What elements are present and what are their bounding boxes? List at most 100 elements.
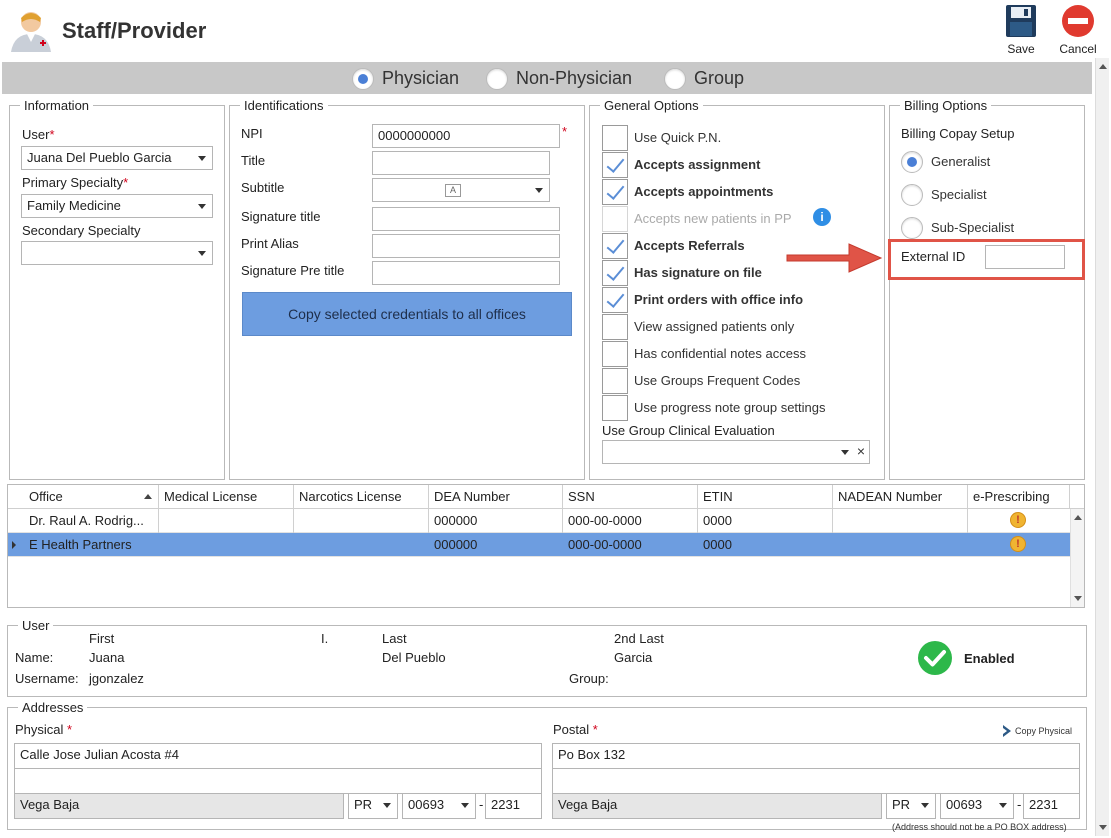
column-header-eprescribing[interactable]: e-Prescribing xyxy=(968,485,1070,509)
checkbox-unchecked-icon[interactable] xyxy=(602,125,628,151)
column-header-nadean[interactable]: NADEAN Number xyxy=(833,485,968,509)
table-row-selected[interactable]: E Health Partners 000000 000-00-0000 000… xyxy=(8,533,1084,557)
physical-city-input[interactable]: Vega Baja xyxy=(14,793,344,819)
username-label: Username: xyxy=(15,671,79,686)
warning-icon[interactable]: ! xyxy=(1010,512,1026,528)
option-checkbox-row[interactable]: Accepts appointments xyxy=(602,179,872,205)
secondary-specialty-label: Secondary Specialty xyxy=(22,223,141,238)
option-checkbox-row[interactable]: Has confidential notes access xyxy=(602,341,872,367)
option-checkbox-row[interactable]: Accepts assignment xyxy=(602,152,872,178)
postal-line1-input[interactable]: Po Box 132 xyxy=(552,743,1080,769)
signature-pre-title-input[interactable] xyxy=(372,261,560,285)
copay-generalist-radio[interactable]: Generalist xyxy=(901,151,1071,173)
radio-non-physician[interactable]: Non-Physician xyxy=(486,68,646,90)
radio-unselected-icon xyxy=(486,68,508,90)
column-header-dea[interactable]: DEA Number xyxy=(429,485,563,509)
page-title: Staff/Provider xyxy=(62,18,207,43)
checkbox-unchecked-icon[interactable] xyxy=(602,341,628,367)
print-alias-input[interactable] xyxy=(372,234,560,258)
no-entry-icon xyxy=(1061,4,1095,38)
clear-icon[interactable]: × xyxy=(857,443,865,459)
scroll-up-icon[interactable] xyxy=(1099,64,1107,69)
cell-ssn: 000-00-0000 xyxy=(563,509,698,533)
required-marker: * xyxy=(562,124,568,139)
title-label: Title xyxy=(241,153,266,168)
status-label: Enabled xyxy=(964,651,1015,666)
checkbox-checked-icon[interactable] xyxy=(602,152,628,178)
chevron-down-icon xyxy=(841,450,849,455)
copay-specialist-radio[interactable]: Specialist xyxy=(901,184,1071,206)
option-checkbox-row[interactable]: Use Quick P.N. xyxy=(602,125,872,151)
cell-office: E Health Partners xyxy=(29,537,132,552)
copy-credentials-button[interactable]: Copy selected credentials to all offices xyxy=(242,292,572,336)
user-select[interactable]: Juana Del Pueblo Garcia xyxy=(21,146,213,170)
signature-title-input[interactable] xyxy=(372,207,560,231)
option-checkbox-row[interactable]: Use progress note group settings xyxy=(602,395,872,421)
column-header-ssn[interactable]: SSN xyxy=(563,485,698,509)
postal-zip-select[interactable]: 00693 xyxy=(940,793,1014,819)
physical-line1-input[interactable]: Calle Jose Julian Acosta #4 xyxy=(14,743,542,769)
cell-medical-license xyxy=(159,533,294,557)
save-button[interactable]: Save xyxy=(999,4,1043,60)
primary-specialty-select[interactable]: Family Medicine xyxy=(21,194,213,218)
cell-dea: 000000 xyxy=(429,509,563,533)
info-icon[interactable]: i xyxy=(813,208,831,226)
checkbox-unchecked-icon[interactable] xyxy=(602,368,628,394)
cell-etin: 0000 xyxy=(703,537,732,552)
column-header-office[interactable]: Office xyxy=(24,485,159,509)
npi-input[interactable]: 0000000000 xyxy=(372,124,560,148)
option-checkbox-row[interactable]: Print orders with office info xyxy=(602,287,872,313)
general-options-legend: General Options xyxy=(604,98,699,113)
cancel-button[interactable]: Cancel xyxy=(1056,4,1100,60)
checkbox-checked-icon[interactable] xyxy=(602,260,628,286)
print-alias-label: Print Alias xyxy=(241,236,299,251)
physical-zip-select[interactable]: 00693 xyxy=(402,793,476,819)
information-legend: Information xyxy=(24,98,90,113)
radio-unselected-icon xyxy=(901,217,923,239)
secondary-specialty-select[interactable] xyxy=(21,241,213,265)
physical-state-select[interactable]: PR xyxy=(348,793,398,819)
warning-icon[interactable]: ! xyxy=(1010,536,1026,552)
option-checkbox-row[interactable]: View assigned patients only xyxy=(602,314,872,340)
chevron-down-icon xyxy=(383,803,391,808)
column-header-narcotics-license[interactable]: Narcotics License xyxy=(294,485,429,509)
option-checkbox-row[interactable]: Use Groups Frequent Codes xyxy=(602,368,872,394)
postal-state-select[interactable]: PR xyxy=(886,793,936,819)
scroll-down-icon[interactable] xyxy=(1074,596,1082,601)
username-value: jgonzalez xyxy=(89,671,144,686)
radio-group[interactable]: Group xyxy=(664,68,754,90)
column-header-medical-license[interactable]: Medical License xyxy=(159,485,294,509)
postal-city-input[interactable]: Vega Baja xyxy=(552,793,882,819)
postal-line2-input[interactable] xyxy=(552,768,1080,794)
grid-scrollbar[interactable] xyxy=(1070,509,1084,607)
floppy-disk-icon xyxy=(1005,4,1037,38)
checkbox-checked-icon[interactable] xyxy=(602,233,628,259)
option-checkbox-label: Use Groups Frequent Codes xyxy=(634,373,801,388)
copay-sub-specialist-radio[interactable]: Sub-Specialist xyxy=(901,217,1071,239)
physical-zip4-input[interactable]: 2231 xyxy=(485,793,542,819)
radio-physician[interactable]: Physician xyxy=(352,68,472,90)
checkbox-checked-icon[interactable] xyxy=(602,287,628,313)
checkbox-unchecked-icon[interactable] xyxy=(602,395,628,421)
scroll-down-icon[interactable] xyxy=(1099,825,1107,830)
zip-separator: - xyxy=(1017,797,1022,812)
option-checkbox-row[interactable]: Accepts new patients in PP i xyxy=(602,206,872,232)
subtitle-label: Subtitle xyxy=(241,180,285,195)
cell-medical-license xyxy=(159,509,294,533)
table-row[interactable]: Dr. Raul A. Rodrig... 000000 000-00-0000… xyxy=(8,509,1084,533)
title-input[interactable] xyxy=(372,151,550,175)
subtitle-select[interactable]: A xyxy=(372,178,550,202)
column-header-etin[interactable]: ETIN xyxy=(698,485,833,509)
checkbox-checked-icon[interactable] xyxy=(602,179,628,205)
checkbox-unchecked-icon[interactable] xyxy=(602,314,628,340)
checkbox-unchecked-icon[interactable] xyxy=(602,206,628,232)
scroll-up-icon[interactable] xyxy=(1074,515,1082,520)
signature-pre-title-label: Signature Pre title xyxy=(241,263,345,278)
second-last-header: 2nd Last xyxy=(614,631,664,646)
clinical-eval-select[interactable]: × xyxy=(602,440,870,464)
window-scrollbar[interactable] xyxy=(1095,58,1109,836)
postal-zip4-input[interactable]: 2231 xyxy=(1023,793,1080,819)
highlight-box xyxy=(888,239,1085,280)
physical-line2-input[interactable] xyxy=(14,768,542,794)
radio-unselected-icon xyxy=(664,68,686,90)
